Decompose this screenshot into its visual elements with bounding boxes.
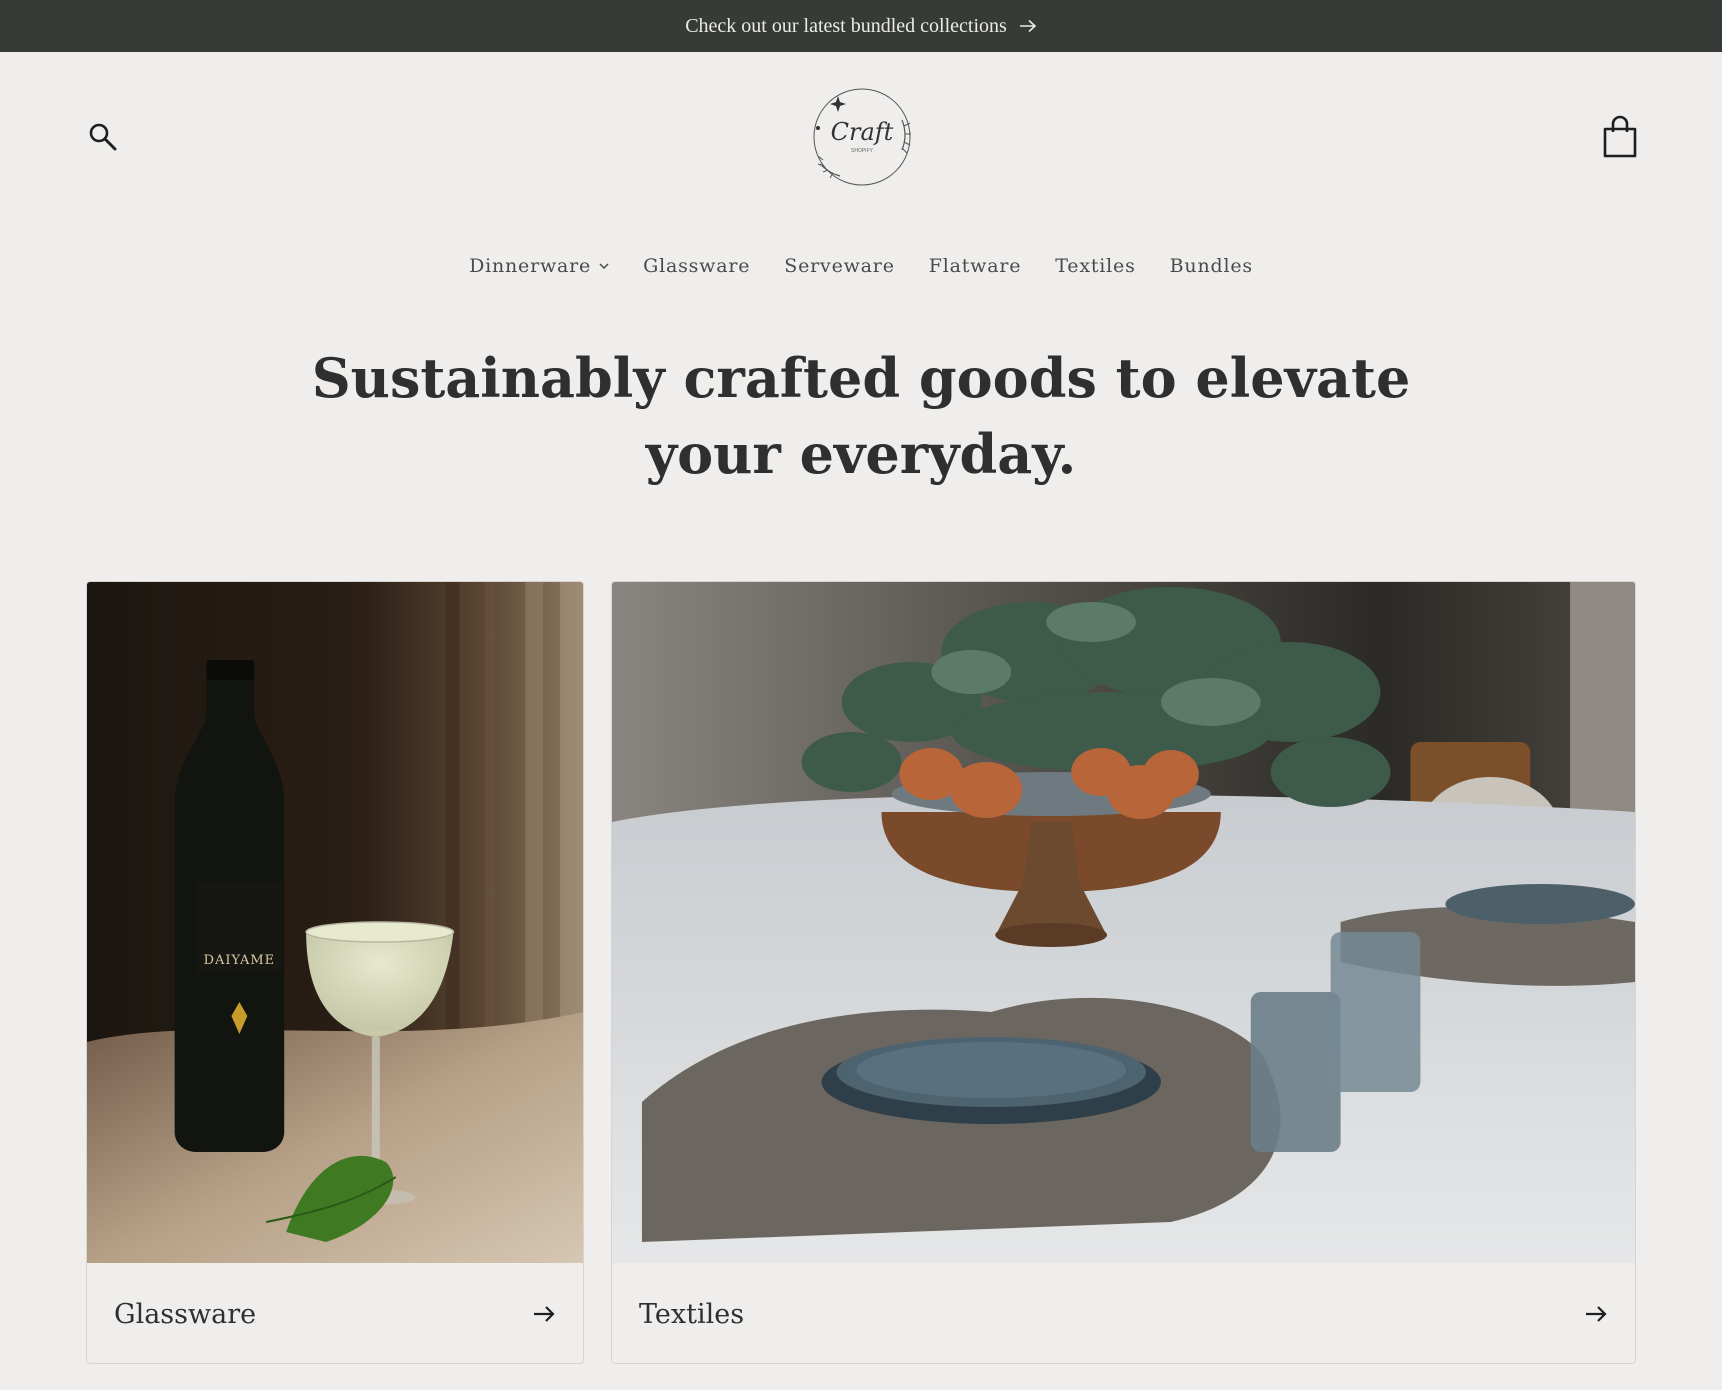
nav-item-serveware[interactable]: Serveware: [784, 252, 894, 280]
nav-item-label: Textiles: [1055, 255, 1136, 277]
logo-wordmark: Craft: [831, 118, 894, 146]
nav-item-label: Flatware: [928, 255, 1022, 277]
nav-item-label: Glassware: [643, 255, 751, 277]
announcement-bar[interactable]: Check out our latest bundled collections: [0, 0, 1722, 52]
card-title: Textiles: [639, 1298, 745, 1330]
collection-card-textiles[interactable]: Textiles: [611, 581, 1636, 1364]
card-footer: Glassware: [87, 1263, 583, 1363]
textiles-image: [612, 582, 1635, 1263]
nav-item-label: Dinnerware: [469, 255, 592, 277]
collection-card-glassware[interactable]: DAIYAME Glassware: [86, 581, 584, 1364]
glassware-image: DAIYAME: [87, 582, 583, 1263]
nav-item-flatware[interactable]: Flatware: [929, 252, 1022, 280]
chevron-down-icon: [599, 262, 609, 270]
hero-line-1: Sustainably crafted goods to elevate: [311, 346, 1411, 410]
nav-item-label: Serveware: [784, 255, 895, 277]
arrow-right-icon: [1019, 19, 1037, 33]
announcement-text: Check out our latest bundled collections: [685, 14, 1007, 37]
bottle-label: DAIYAME: [204, 953, 275, 968]
search-icon[interactable]: [86, 120, 120, 154]
hero-line-2: your everyday.: [645, 422, 1077, 486]
main-nav: Dinnerware Glassware Serveware Flatware …: [0, 252, 1722, 280]
shopping-bag-icon[interactable]: [1600, 115, 1640, 159]
card-title: Glassware: [114, 1298, 257, 1330]
nav-item-textiles[interactable]: Textiles: [1055, 252, 1135, 280]
nav-item-bundles[interactable]: Bundles: [1170, 252, 1253, 280]
hero-heading: Sustainably crafted goods to elevate you…: [0, 340, 1722, 492]
nav-item-dinnerware[interactable]: Dinnerware: [469, 252, 609, 280]
arrow-right-icon: [531, 1301, 557, 1327]
logo-subtext: SHOPIFY: [851, 148, 874, 154]
card-footer: Textiles: [612, 1263, 1635, 1363]
store-logo[interactable]: Craft SHOPIFY: [806, 84, 918, 190]
nav-item-glassware[interactable]: Glassware: [643, 252, 750, 280]
nav-item-label: Bundles: [1169, 255, 1253, 277]
arrow-right-icon: [1583, 1301, 1609, 1327]
